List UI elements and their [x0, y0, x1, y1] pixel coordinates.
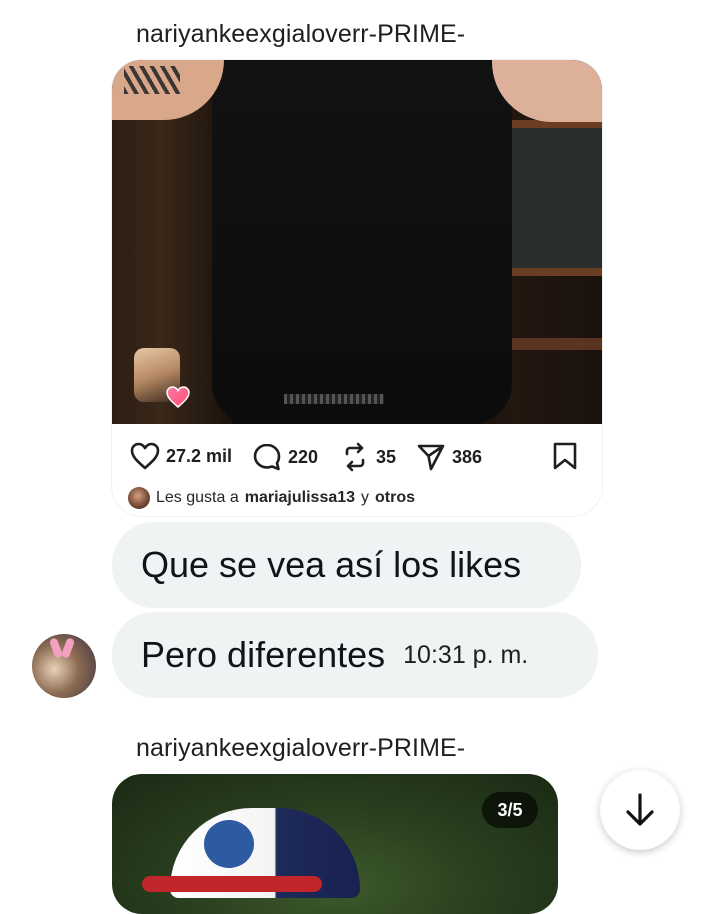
share-button[interactable]: 386	[416, 442, 482, 472]
sender-name[interactable]: nariyankeexgialoverr-PRIME-	[136, 734, 465, 763]
heart-badge-icon	[166, 386, 190, 408]
message-timestamp: 10:31 p. m.	[403, 640, 529, 669]
liked-by-prefix: Les gusta a	[156, 489, 239, 506]
repost-button[interactable]: 35	[340, 442, 396, 472]
message-text: Pero diferentes	[141, 634, 386, 675]
post-image-cap-brim	[142, 876, 322, 892]
post-image-subject	[212, 60, 512, 424]
post-image[interactable]	[112, 60, 602, 424]
avatar[interactable]	[32, 634, 96, 698]
post-image-belt	[284, 394, 384, 404]
post-image-cap-logo	[204, 820, 254, 868]
message-text: Que se vea así los likes	[141, 544, 522, 585]
avatar-bunny-ear	[48, 637, 64, 659]
send-icon	[417, 444, 445, 471]
message-bubble[interactable]: Pero diferentes 10:31 p. m.	[112, 612, 598, 698]
bookmark-icon	[553, 442, 577, 470]
share-count: 386	[452, 446, 483, 467]
repost-icon	[345, 442, 365, 472]
post-image-tattoo	[124, 66, 180, 94]
carousel-counter-badge: 3/5	[482, 792, 538, 828]
liked-by-user[interactable]: mariajulissa13	[245, 489, 355, 507]
sender-name[interactable]: nariyankeexgialoverr-PRIME-	[136, 20, 465, 49]
liked-by-others[interactable]: otros	[375, 489, 415, 507]
repost-count: 35	[376, 446, 397, 467]
comment-icon	[253, 443, 281, 471]
like-button[interactable]: 27.2 mil	[130, 442, 232, 470]
avatar-bunny-ear	[60, 637, 76, 659]
arrow-down-icon	[626, 793, 654, 826]
heart-icon	[130, 442, 160, 470]
liked-by-avatar	[128, 487, 150, 509]
scroll-to-bottom-button[interactable]	[600, 770, 680, 850]
like-count: 27.2 mil	[166, 445, 233, 466]
save-button[interactable]	[552, 442, 578, 470]
comment-count: 220	[288, 446, 319, 467]
message-bubble[interactable]: Que se vea así los likes	[112, 522, 581, 608]
shared-post-card[interactable]: 27.2 mil 220 35 386 Les gusta a mariajul…	[112, 60, 602, 516]
liked-by-line[interactable]: Les gusta a mariajulissa13 y otros	[128, 487, 415, 509]
post-action-bar: 27.2 mil 220 35 386	[112, 424, 602, 488]
comment-button[interactable]: 220	[252, 442, 318, 472]
liked-by-mid: y	[361, 489, 370, 506]
